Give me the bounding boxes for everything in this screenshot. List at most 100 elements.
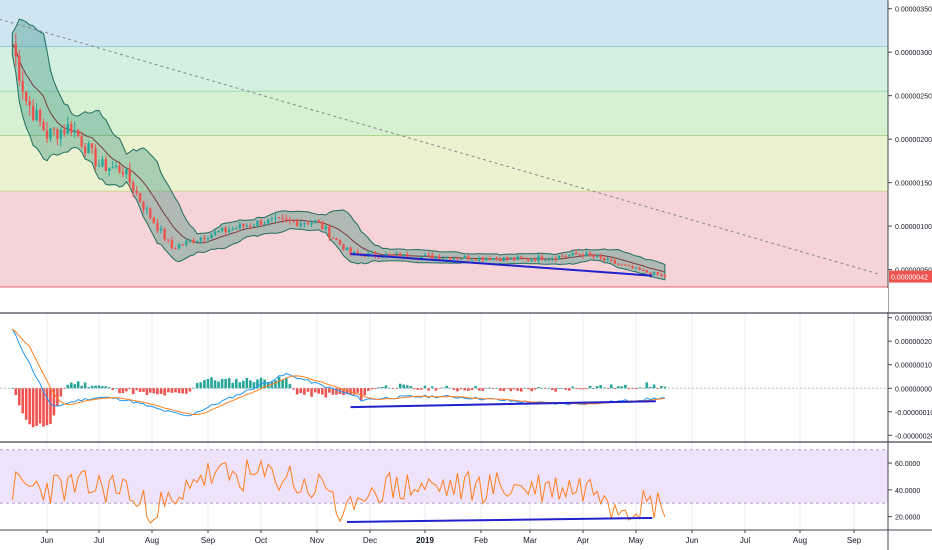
candle[interactable] [192, 240, 195, 243]
candle[interactable] [617, 263, 620, 265]
candle[interactable] [185, 240, 188, 245]
candle[interactable] [445, 257, 448, 259]
candle[interactable] [108, 168, 111, 172]
candle[interactable] [28, 101, 31, 106]
candle[interactable] [527, 258, 530, 261]
candle[interactable] [121, 172, 125, 175]
candle[interactable] [540, 256, 544, 261]
candle[interactable] [114, 165, 118, 167]
candle[interactable] [56, 129, 59, 139]
candle[interactable] [149, 208, 152, 218]
candle[interactable] [80, 136, 83, 147]
candle[interactable] [495, 258, 498, 260]
candle[interactable] [152, 217, 156, 224]
candle[interactable] [642, 269, 645, 271]
candle[interactable] [203, 237, 206, 240]
candle[interactable] [159, 228, 163, 231]
candle[interactable] [63, 129, 66, 134]
candle[interactable] [438, 256, 441, 260]
candle[interactable] [537, 256, 540, 261]
candle[interactable] [470, 259, 474, 261]
candle[interactable] [94, 148, 97, 167]
candle[interactable] [513, 257, 516, 260]
candle[interactable] [14, 43, 17, 57]
candle[interactable] [551, 258, 554, 260]
candle[interactable] [267, 219, 270, 224]
candle[interactable] [474, 259, 477, 261]
rsi-pane[interactable] [0, 449, 888, 524]
candle[interactable] [547, 259, 551, 261]
candle[interactable] [18, 56, 21, 82]
candle[interactable] [592, 255, 595, 258]
candle[interactable] [338, 239, 342, 245]
candle[interactable] [660, 274, 663, 276]
candle[interactable] [370, 252, 373, 254]
candle[interactable] [557, 255, 561, 260]
candle[interactable] [506, 257, 509, 259]
candle[interactable] [544, 260, 547, 262]
candle[interactable] [523, 257, 526, 259]
candle[interactable] [177, 244, 181, 249]
candle[interactable] [331, 237, 335, 239]
candle[interactable] [35, 109, 38, 121]
candle[interactable] [509, 257, 512, 259]
candle[interactable] [135, 191, 138, 194]
candle[interactable] [581, 254, 585, 257]
candle[interactable] [391, 254, 395, 256]
candle[interactable] [564, 256, 568, 258]
candle[interactable] [170, 239, 174, 249]
candle[interactable] [533, 259, 537, 261]
candle[interactable] [610, 258, 613, 261]
candle[interactable] [235, 228, 238, 230]
candle[interactable] [652, 272, 656, 275]
candle[interactable] [427, 254, 430, 256]
candle[interactable] [620, 264, 624, 266]
candle[interactable] [588, 252, 592, 256]
candle[interactable] [156, 223, 159, 231]
candle[interactable] [595, 255, 599, 258]
candle[interactable] [631, 265, 634, 269]
candle[interactable] [256, 220, 259, 226]
candle[interactable] [431, 254, 434, 259]
candle[interactable] [49, 128, 52, 139]
candle[interactable] [313, 220, 317, 223]
candle[interactable] [213, 231, 217, 235]
candle[interactable] [463, 255, 466, 259]
candle[interactable] [210, 234, 213, 239]
candle[interactable] [295, 221, 299, 227]
candle[interactable] [324, 226, 328, 229]
candle[interactable] [228, 230, 231, 232]
macd-signal-line[interactable] [11, 328, 665, 416]
candle[interactable] [485, 258, 488, 261]
candle[interactable] [277, 217, 281, 219]
candle[interactable] [167, 239, 170, 241]
candle[interactable] [574, 252, 578, 255]
candle[interactable] [199, 237, 202, 241]
candle[interactable] [270, 218, 274, 220]
candle[interactable] [252, 225, 256, 227]
candle[interactable] [603, 258, 606, 261]
candle[interactable] [38, 109, 42, 122]
candle[interactable] [310, 222, 313, 225]
candle[interactable] [288, 219, 292, 221]
candle[interactable] [145, 208, 149, 210]
candle[interactable] [111, 166, 114, 169]
candle[interactable] [59, 129, 63, 139]
candle[interactable] [456, 258, 459, 260]
candle[interactable] [174, 248, 177, 250]
candle[interactable] [90, 143, 94, 149]
candle[interactable] [613, 260, 616, 264]
candle[interactable] [502, 257, 505, 262]
candle[interactable] [520, 256, 523, 258]
candle[interactable] [220, 227, 224, 232]
candle[interactable] [70, 124, 73, 133]
candle[interactable] [83, 146, 87, 154]
candle[interactable] [599, 255, 602, 259]
candle[interactable] [434, 256, 438, 259]
candle[interactable] [274, 217, 277, 219]
candle[interactable] [649, 272, 652, 275]
candle[interactable] [388, 253, 391, 255]
candle[interactable] [206, 238, 210, 240]
candle[interactable] [249, 225, 252, 227]
candle[interactable] [492, 258, 495, 261]
